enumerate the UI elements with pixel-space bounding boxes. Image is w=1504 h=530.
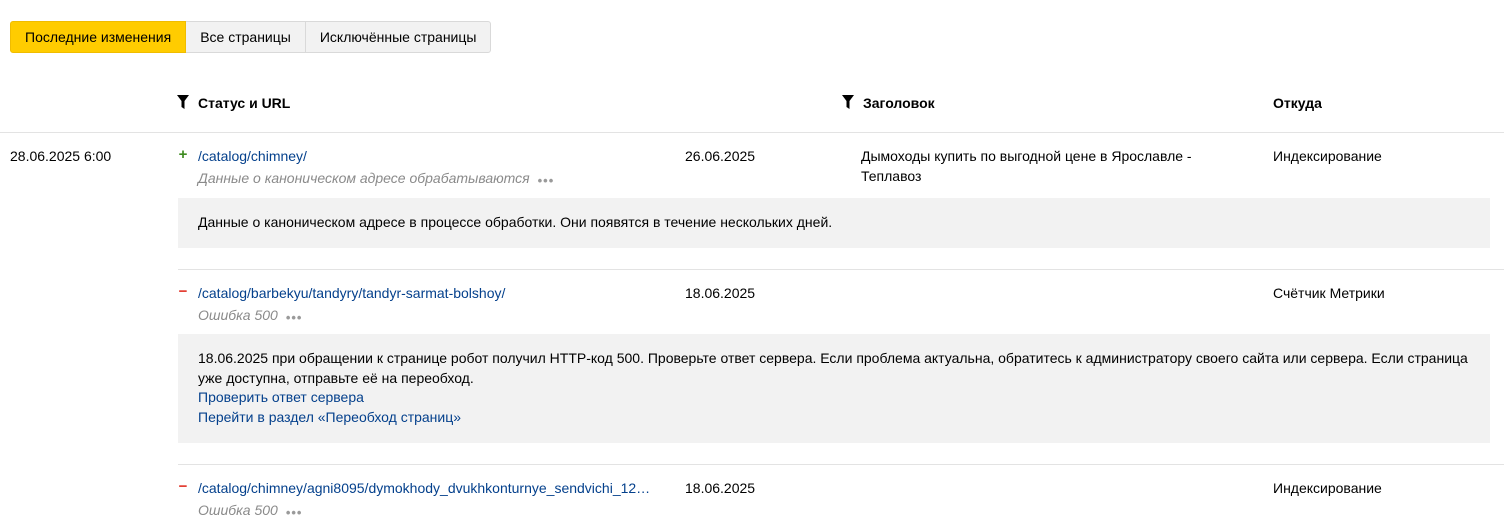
header-divider (0, 132, 1504, 133)
column-header-source: Откуда (1273, 95, 1322, 111)
source-label: Счётчик Метрики (1273, 285, 1385, 301)
group-date: 28.06.2025 6:00 (10, 148, 112, 164)
added-sign: + (178, 146, 188, 163)
check-server-response-link[interactable]: Проверить ответ сервера (198, 388, 1470, 408)
page-url-link[interactable]: /catalog/barbekyu/tandyry/tandyr-sarmat-… (198, 285, 505, 301)
info-panel: 18.06.2025 при обращении к странице робо… (178, 334, 1490, 443)
change-date: 18.06.2025 (685, 480, 756, 496)
info-panel: Данные о каноническом адресе в процессе … (178, 198, 1490, 248)
filter-icon[interactable] (177, 95, 189, 109)
removed-sign: − (178, 478, 188, 495)
status-text: Данные о каноническом адресе обрабатываю… (198, 170, 555, 188)
removed-sign: − (178, 283, 188, 300)
source-label: Индексирование (1273, 148, 1382, 164)
more-icon[interactable]: ••• (286, 505, 303, 520)
status-text: Ошибка 500 ••• (198, 307, 303, 325)
more-icon[interactable]: ••• (538, 173, 555, 188)
change-date: 26.06.2025 (685, 148, 756, 164)
change-date: 18.06.2025 (685, 285, 756, 301)
status-text: Ошибка 500 ••• (198, 502, 303, 520)
status-label: Данные о каноническом адресе обрабатываю… (198, 170, 530, 186)
column-header-label: Статус и URL (198, 95, 291, 111)
filter-icon[interactable] (842, 95, 854, 109)
page-url-link[interactable]: /catalog/chimney/ (198, 148, 307, 164)
column-header-status-url[interactable]: Статус и URL (177, 95, 290, 111)
row-divider (178, 464, 1504, 465)
tabs: Последние изменения Все страницы Исключё… (10, 21, 492, 53)
source-label: Индексирование (1273, 480, 1382, 496)
tab-recent-changes[interactable]: Последние изменения (10, 21, 187, 53)
info-text: Данные о каноническом адресе в процессе … (198, 214, 833, 230)
more-icon[interactable]: ••• (286, 310, 303, 325)
page-url-link[interactable]: /catalog/chimney/agni8095/dymokhody_dvuk… (198, 480, 650, 496)
status-label: Ошибка 500 (198, 502, 278, 518)
column-header-title[interactable]: Заголовок (842, 95, 935, 111)
page-title: Дымоходы купить по выгодной цене в Яросл… (861, 148, 1192, 184)
tab-all-pages[interactable]: Все страницы (185, 21, 306, 53)
status-label: Ошибка 500 (198, 307, 278, 323)
info-text: 18.06.2025 при обращении к странице робо… (198, 350, 1468, 386)
column-header-label: Заголовок (863, 95, 935, 111)
tab-excluded-pages[interactable]: Исключённые страницы (304, 21, 492, 53)
recrawl-section-link[interactable]: Перейти в раздел «Переобход страниц» (198, 408, 1470, 428)
column-header-label: Откуда (1273, 95, 1322, 111)
row-divider (178, 269, 1504, 270)
